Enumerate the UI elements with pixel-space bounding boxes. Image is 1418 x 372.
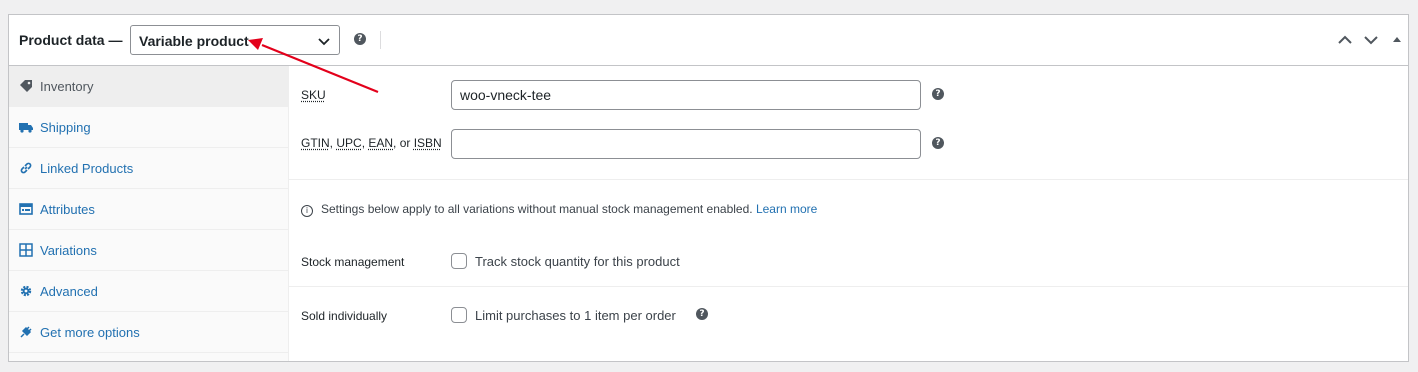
track-stock-checkbox[interactable]: [451, 253, 467, 269]
track-stock-label: Track stock quantity for this product: [475, 254, 680, 269]
gtin-input[interactable]: [451, 129, 921, 159]
gear-icon: [20, 285, 32, 297]
collapse-toggle-icon[interactable]: [1389, 32, 1405, 48]
gtin-label: GTIN, UPC, EAN, or ISBN: [301, 136, 442, 150]
help-icon[interactable]: ?: [932, 137, 944, 149]
tab-inventory[interactable]: Inventory: [9, 66, 288, 107]
stock-notice: i Settings below apply to all variations …: [301, 202, 817, 217]
learn-more-link[interactable]: Learn more: [756, 202, 817, 216]
sku-input[interactable]: [451, 80, 921, 110]
product-data-panel: Product data — Variable product ? Invent…: [8, 14, 1409, 362]
sold-individually-checkbox-label: Limit purchases to 1 item per order: [475, 308, 676, 323]
truck-icon: [19, 123, 33, 133]
plugin-icon: [20, 326, 32, 338]
help-icon[interactable]: ?: [696, 308, 708, 320]
divider: [289, 179, 1408, 180]
tab-label: Advanced: [40, 284, 98, 299]
sold-individually-checkbox[interactable]: [451, 307, 467, 323]
tab-label: Attributes: [40, 202, 95, 217]
product-type-select[interactable]: Variable product: [130, 25, 340, 55]
move-down-icon[interactable]: [1363, 32, 1379, 48]
sold-individually-label: Sold individually: [301, 309, 388, 323]
inventory-panel: SKU ? GTIN, UPC, EAN, or ISBN ? i Setting…: [289, 66, 1408, 361]
tab-label: Linked Products: [40, 161, 134, 176]
help-icon[interactable]: ?: [354, 33, 366, 45]
link-icon: [20, 162, 32, 174]
tab-attributes[interactable]: Attributes: [9, 189, 288, 230]
panel-header: Product data — Variable product ?: [9, 15, 1408, 66]
stock-management-label: Stock management: [301, 255, 405, 269]
tab-label: Shipping: [40, 120, 91, 135]
panel-title: Product data —: [19, 32, 123, 48]
tab-get-more-options[interactable]: Get more options: [9, 312, 288, 353]
tag-icon: [20, 80, 32, 92]
notice-text: Settings below apply to all variations w…: [321, 202, 753, 216]
help-icon[interactable]: ?: [932, 88, 944, 100]
tab-label: Variations: [40, 243, 97, 258]
tab-label: Get more options: [40, 325, 140, 340]
info-icon: i: [301, 205, 313, 217]
header-divider: [380, 31, 381, 49]
product-type-value: Variable product: [139, 33, 249, 49]
tab-shipping[interactable]: Shipping: [9, 107, 288, 148]
product-data-tabs: Inventory Shipping Linked Products Attri…: [9, 66, 289, 361]
tab-label: Inventory: [40, 79, 94, 94]
chevron-down-icon: [318, 38, 330, 46]
list-icon: [19, 203, 33, 215]
tab-advanced[interactable]: Advanced: [9, 271, 288, 312]
grid-icon: [19, 243, 33, 257]
sku-label: SKU: [301, 88, 326, 102]
divider: [289, 286, 1408, 287]
tab-variations[interactable]: Variations: [9, 230, 288, 271]
move-up-icon[interactable]: [1337, 32, 1353, 48]
tab-linked-products[interactable]: Linked Products: [9, 148, 288, 189]
